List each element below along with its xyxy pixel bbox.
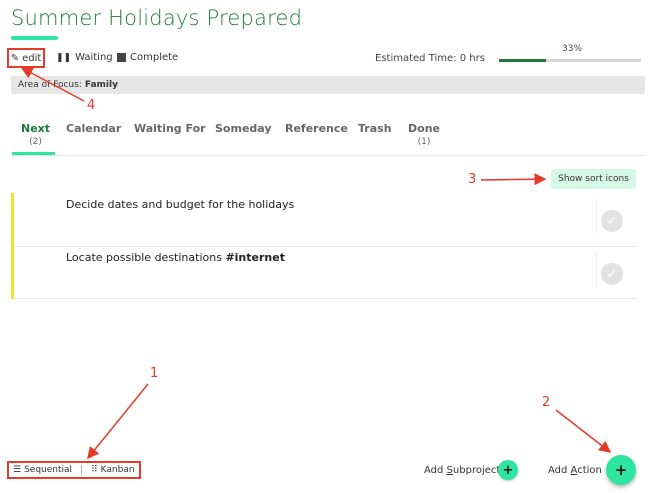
tab-label: Done bbox=[408, 122, 440, 135]
row-divider bbox=[14, 298, 636, 299]
tab-reference[interactable]: Reference bbox=[285, 122, 348, 135]
edit-label: edit bbox=[22, 52, 42, 64]
row-divider bbox=[14, 246, 636, 247]
action-text: Decide dates and budget for the holidays bbox=[66, 198, 295, 211]
waiting-label: Waiting bbox=[75, 52, 113, 63]
archive-icon bbox=[117, 53, 126, 62]
tab-count: (2) bbox=[29, 137, 42, 147]
tab-label: Next bbox=[21, 122, 51, 135]
context-tag[interactable]: #internet bbox=[225, 251, 285, 264]
complete-check-icon[interactable]: ✓ bbox=[601, 210, 623, 232]
add-subproject-label[interactable]: Add Subproject bbox=[424, 465, 500, 476]
complete-label: Complete bbox=[130, 52, 179, 63]
annotation-arrow-2 bbox=[555, 409, 612, 453]
tab-someday[interactable]: Someday bbox=[215, 122, 272, 135]
page-title: Summer Holidays Prepared bbox=[11, 6, 303, 30]
kanban-button[interactable]: Kanban bbox=[101, 465, 135, 475]
label-part: Add bbox=[548, 465, 571, 476]
pencil-icon: ✎ bbox=[10, 52, 20, 64]
annotation-number-4: 4 bbox=[87, 98, 96, 113]
label-part: Add bbox=[424, 465, 447, 476]
annotation-number-2: 2 bbox=[542, 395, 551, 410]
action-item-text[interactable]: Locate possible destinations #internet bbox=[66, 251, 285, 264]
annotation-number-1: 1 bbox=[150, 366, 159, 381]
add-action-label[interactable]: Add Action bbox=[548, 465, 602, 476]
tab-next[interactable]: Next (2) bbox=[21, 122, 50, 147]
estimated-time: Estimated Time: 0 hrs bbox=[375, 53, 485, 64]
tab-label: Someday bbox=[215, 122, 272, 135]
add-action-button[interactable]: + bbox=[606, 455, 636, 485]
tab-label: Trash bbox=[358, 122, 392, 135]
action-text: Locate possible destinations bbox=[66, 251, 226, 264]
kanban-icon: ⠿ bbox=[91, 465, 98, 475]
waiting-button[interactable]: ❚❚ Waiting bbox=[56, 52, 113, 63]
tab-done[interactable]: Done (1) bbox=[408, 122, 440, 147]
progress-bar bbox=[499, 59, 641, 62]
tab-count: (1) bbox=[417, 137, 431, 147]
tab-label: Waiting For bbox=[134, 122, 206, 135]
label-part: ction bbox=[577, 465, 602, 476]
view-mode-switcher: ☰ Sequential | ⠿ Kanban bbox=[7, 461, 141, 479]
progress-percent: 33% bbox=[562, 44, 583, 54]
tab-trash[interactable]: Trash bbox=[358, 122, 392, 135]
action-item-text[interactable]: Decide dates and budget for the holidays bbox=[66, 198, 294, 211]
add-subproject-button[interactable]: + bbox=[498, 460, 518, 480]
row-divider-vertical bbox=[596, 252, 597, 288]
title-underline bbox=[11, 36, 58, 40]
complete-button[interactable]: Complete bbox=[117, 52, 178, 63]
row-divider-vertical bbox=[596, 198, 597, 234]
progress-fill bbox=[499, 59, 546, 62]
edit-button[interactable]: ✎ edit bbox=[7, 48, 45, 68]
annotation-number-3: 3 bbox=[468, 172, 477, 187]
label-part: ubproject bbox=[452, 465, 501, 476]
tab-waiting-for[interactable]: Waiting For bbox=[134, 122, 206, 135]
annotation-arrow-1 bbox=[87, 383, 149, 460]
show-sort-icons-button[interactable]: Show sort icons bbox=[551, 169, 636, 189]
sequential-button[interactable]: Sequential bbox=[24, 465, 72, 475]
area-of-focus-label: Area of Focus: bbox=[18, 80, 82, 90]
annotation-arrow-3 bbox=[480, 173, 547, 186]
complete-check-icon[interactable]: ✓ bbox=[601, 263, 623, 285]
tab-calendar[interactable]: Calendar bbox=[66, 122, 121, 135]
area-of-focus-bar: Area of Focus: Family bbox=[11, 76, 645, 94]
view-separator: | bbox=[80, 465, 84, 475]
tab-label: Calendar bbox=[66, 122, 122, 135]
tabs-divider bbox=[12, 155, 646, 156]
tab-label: Reference bbox=[285, 122, 348, 135]
sequential-icon: ☰ bbox=[13, 465, 22, 475]
area-of-focus-value[interactable]: Family bbox=[85, 80, 118, 90]
pause-icon: ❚❚ bbox=[56, 52, 72, 63]
